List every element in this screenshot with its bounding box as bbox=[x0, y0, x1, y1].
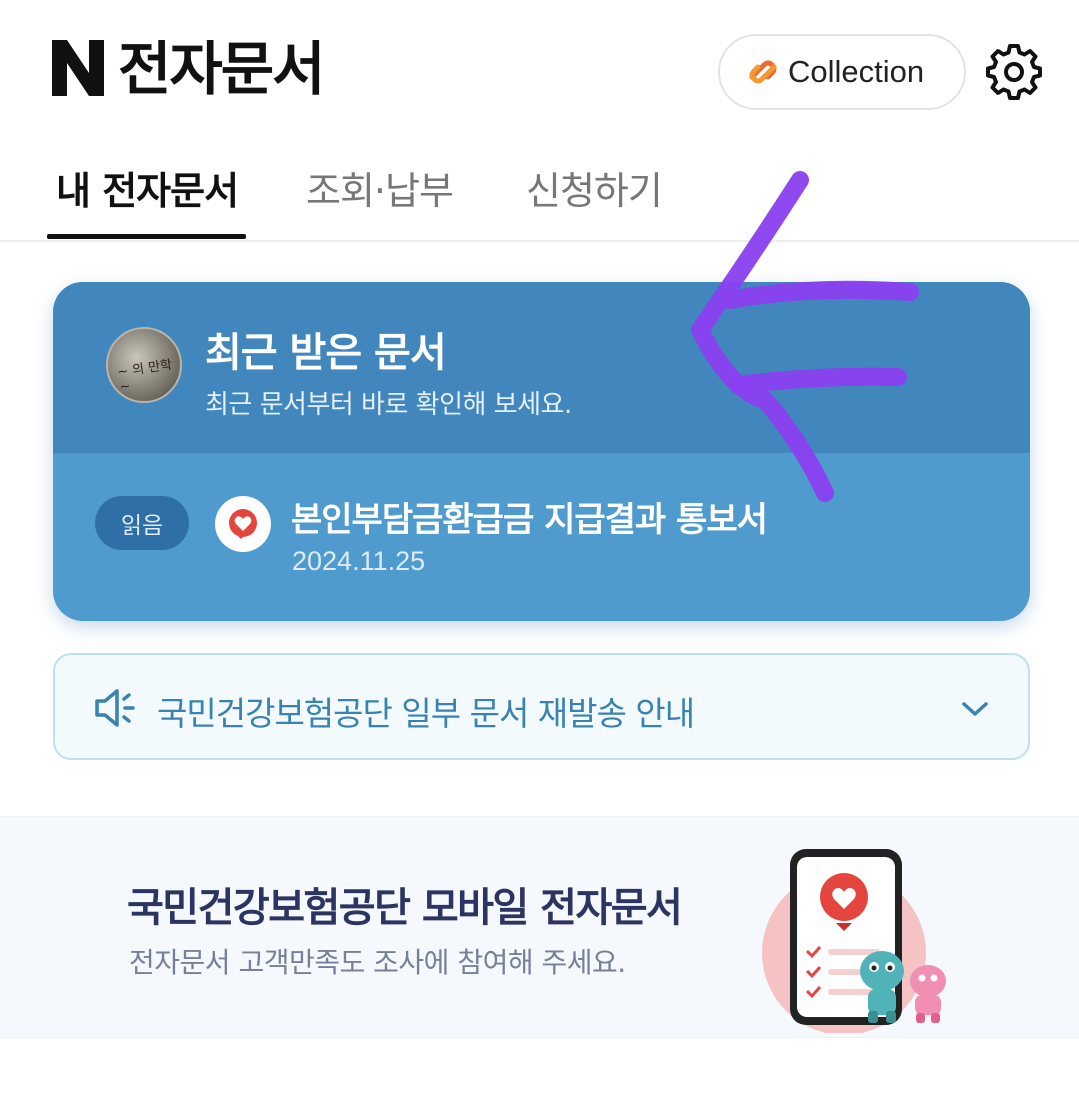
app-header: 전자문서 Collection bbox=[0, 0, 1079, 140]
survey-banner[interactable]: 국민건강보험공단 모바일 전자문서 전자문서 고객만족도 조사에 참여해 주세요… bbox=[0, 816, 1079, 1038]
banner-title: 국민건강보험공단 모바일 전자문서 bbox=[127, 885, 683, 931]
nhis-heart-icon bbox=[215, 496, 271, 552]
tab-bar: 내 전자문서 조회·납부 신청하기 bbox=[0, 150, 1079, 242]
collection-link-icon bbox=[746, 57, 780, 87]
banner-subtitle: 전자문서 고객만족도 조사에 참여해 주세요. bbox=[129, 946, 626, 979]
logo-n-icon bbox=[52, 40, 104, 96]
recent-card-title: 최근 받은 문서 bbox=[205, 330, 447, 376]
notice-text: 국민건강보험공단 일부 문서 재발송 안내 bbox=[157, 694, 695, 733]
collection-label: Collection bbox=[788, 54, 925, 89]
collection-button[interactable]: Collection bbox=[718, 34, 966, 110]
tab-inquiry-payment[interactable]: 조회·납부 bbox=[306, 160, 454, 215]
document-date: 2024.11.25 bbox=[292, 546, 426, 576]
tab-my-documents[interactable]: 내 전자문서 bbox=[56, 160, 239, 215]
document-title[interactable]: 본인부담금환급금 지급결과 통보서 bbox=[291, 492, 768, 541]
read-status-badge: 읽음 bbox=[95, 496, 189, 550]
chevron-down-icon[interactable] bbox=[959, 695, 991, 723]
gear-icon[interactable] bbox=[986, 44, 1042, 100]
avatar-image: ~ 의 만학 ~ bbox=[106, 327, 182, 403]
page-title: 전자문서 bbox=[118, 35, 325, 103]
phone-mascot-illustration bbox=[762, 849, 946, 1033]
recent-card-subtitle: 최근 문서부터 바로 확인해 보세요. bbox=[205, 390, 572, 420]
recent-card-header: ~ 의 만학 ~ 최근 받은 문서 최근 문서부터 바로 확인해 보세요. bbox=[53, 282, 1030, 453]
active-tab-indicator bbox=[47, 234, 246, 239]
recent-documents-card[interactable]: ~ 의 만학 ~ 최근 받은 문서 최근 문서부터 바로 확인해 보세요. 읽음… bbox=[53, 282, 1030, 621]
speaker-icon bbox=[95, 689, 135, 727]
notice-bar[interactable]: 국민건강보험공단 일부 문서 재발송 안내 bbox=[53, 653, 1030, 760]
tab-apply[interactable]: 신청하기 bbox=[526, 160, 663, 215]
